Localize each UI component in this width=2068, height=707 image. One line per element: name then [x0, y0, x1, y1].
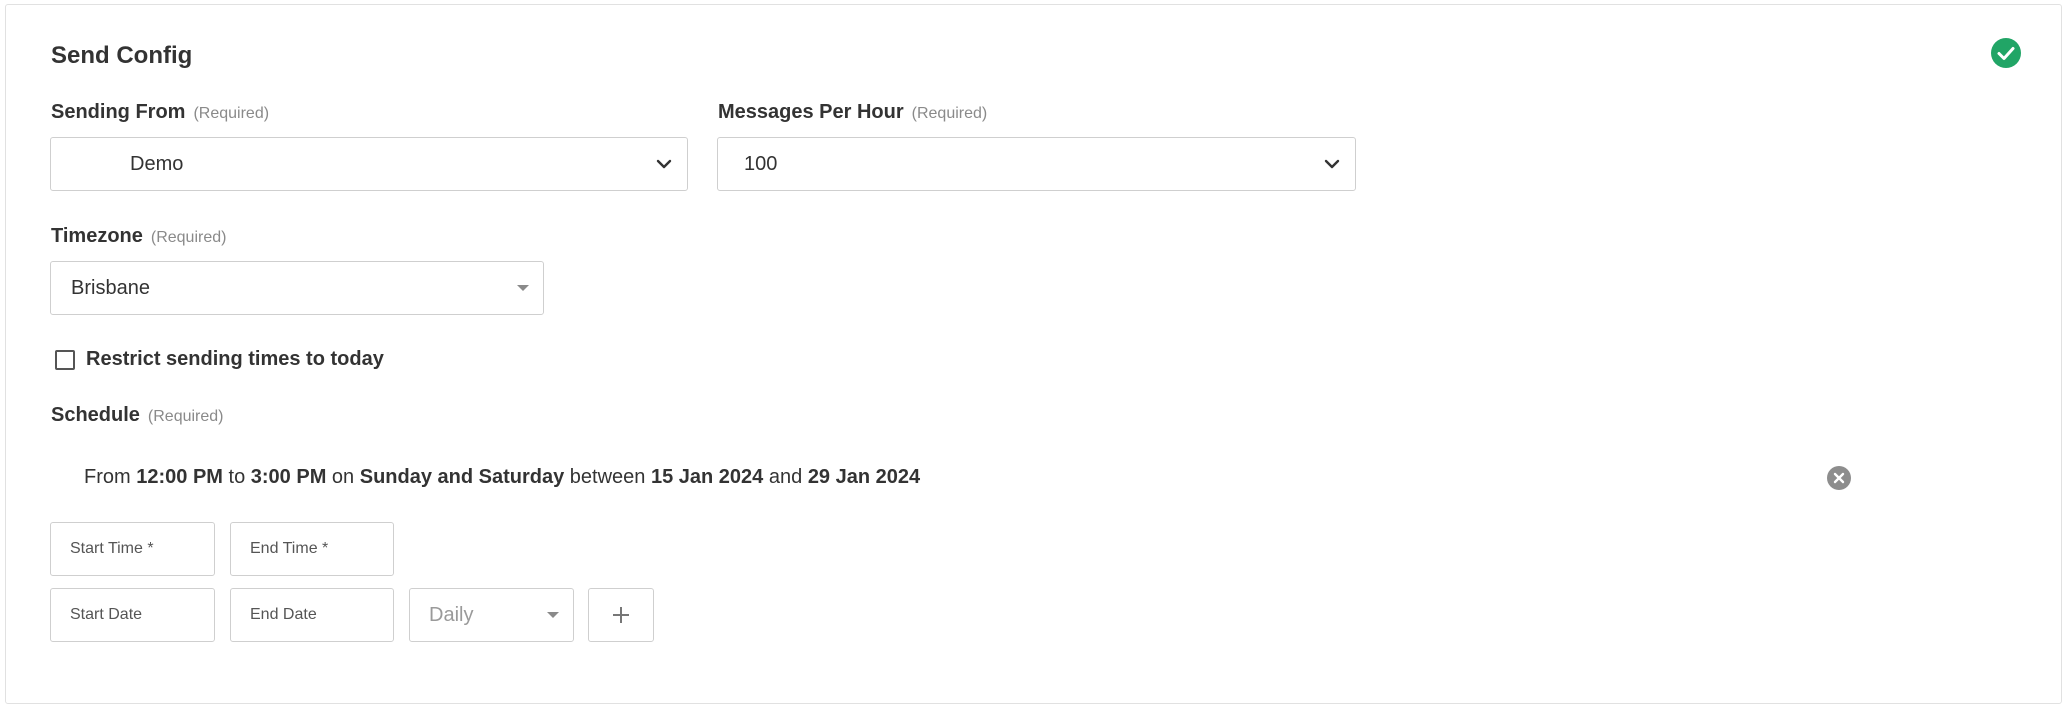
- messages-per-hour-select[interactable]: 100: [717, 137, 1356, 191]
- required-hint: (Required): [193, 105, 270, 122]
- timezone-label-text: Timezone: [51, 225, 143, 247]
- schedule-start-date: 15 Jan 2024: [650, 466, 764, 488]
- frequency-select[interactable]: Daily: [409, 588, 574, 642]
- plus-icon: [613, 607, 629, 623]
- messages-per-hour-label-text: Messages Per Hour: [718, 101, 904, 123]
- schedule-to-word: to: [228, 466, 246, 488]
- card-title: Send Config: [51, 42, 193, 69]
- frequency-value: Daily: [429, 603, 474, 626]
- schedule-end-date: 29 Jan 2024: [807, 466, 921, 488]
- required-hint: (Required): [150, 229, 227, 246]
- schedule-from-word: From: [84, 466, 131, 488]
- chevron-down-icon: [1324, 159, 1340, 169]
- timezone-value: Brisbane: [71, 276, 150, 299]
- schedule-end-time: 3:00 PM: [250, 466, 327, 488]
- required-hint: (Required): [147, 408, 224, 425]
- schedule-on-word: on: [331, 466, 355, 488]
- schedule-entry: From 12:00 PM to 3:00 PM on Sunday and S…: [84, 466, 920, 489]
- sending-from-select[interactable]: Demo: [50, 137, 688, 191]
- caret-down-icon: [517, 285, 529, 291]
- clear-circle-icon[interactable]: [1827, 466, 1851, 490]
- timezone-select[interactable]: Brisbane: [50, 261, 544, 315]
- schedule-and-word: and: [768, 466, 803, 488]
- schedule-label-text: Schedule: [51, 404, 140, 426]
- restrict-today-option[interactable]: Restrict sending times to today: [55, 348, 384, 371]
- send-config-card: Send Config Sending From (Required) Demo …: [5, 4, 2062, 704]
- add-schedule-button[interactable]: [588, 588, 654, 642]
- sending-from-label-text: Sending From: [51, 101, 186, 123]
- end-date-input[interactable]: End Date: [230, 588, 394, 642]
- start-date-input[interactable]: Start Date: [50, 588, 215, 642]
- required-hint: (Required): [911, 105, 988, 122]
- end-time-input[interactable]: End Time *: [230, 522, 394, 576]
- sending-from-label: Sending From (Required): [51, 101, 269, 124]
- timezone-label: Timezone (Required): [51, 225, 226, 248]
- sending-from-value: Demo: [130, 152, 184, 175]
- schedule-between-word: between: [569, 466, 646, 488]
- schedule-days: Sunday and Saturday: [359, 466, 565, 488]
- messages-per-hour-label: Messages Per Hour (Required): [718, 101, 987, 124]
- start-time-input[interactable]: Start Time *: [50, 522, 215, 576]
- check-circle-icon: [1991, 38, 2021, 68]
- caret-down-icon: [547, 612, 559, 618]
- chevron-down-icon: [656, 159, 672, 169]
- restrict-today-label[interactable]: Restrict sending times to today: [86, 348, 384, 371]
- schedule-start-time: 12:00 PM: [136, 466, 223, 488]
- schedule-label: Schedule (Required): [51, 404, 224, 427]
- restrict-today-checkbox[interactable]: [55, 349, 75, 370]
- messages-per-hour-value: 100: [744, 152, 778, 175]
